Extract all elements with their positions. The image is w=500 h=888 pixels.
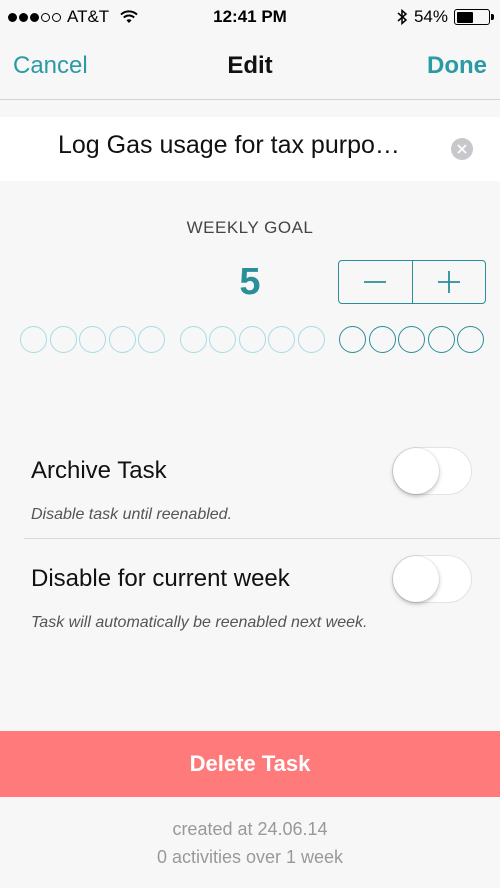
clear-text-button[interactable]	[451, 138, 473, 160]
goal-dot	[209, 326, 236, 353]
battery-percent: 54%	[413, 7, 448, 26]
activities-summary-label: 0 activities over 1 week	[156, 847, 344, 867]
goal-dot	[368, 326, 396, 353]
disable-week-toggle[interactable]	[392, 555, 472, 603]
archive-task-description: Disable task until reenabled.	[31, 506, 233, 523]
goal-dot	[20, 326, 47, 353]
done-button[interactable]: Done	[427, 52, 487, 80]
created-date-label: created at 24.06.14	[172, 819, 328, 839]
task-name-input[interactable]: Log Gas usage for tax purpo…	[58, 131, 443, 160]
goal-dot	[268, 326, 295, 353]
goal-dot	[138, 326, 165, 353]
decrement-button[interactable]	[339, 261, 412, 303]
goal-dot	[398, 326, 425, 353]
weekly-goal-label: WEEKLY GOAL	[186, 218, 314, 237]
close-icon	[457, 144, 467, 154]
disable-week-label: Disable for current week	[31, 565, 290, 592]
goal-dots	[20, 326, 486, 356]
plus-icon	[437, 271, 460, 293]
goal-dot	[457, 326, 484, 353]
increment-button[interactable]	[411, 261, 486, 303]
archive-task-label: Archive Task	[31, 457, 167, 484]
goal-dot	[108, 326, 136, 353]
goal-dot	[179, 326, 207, 353]
status-right: 54%	[396, 7, 494, 27]
goal-stepper	[338, 260, 486, 304]
toggle-knob	[393, 448, 439, 494]
archive-task-toggle[interactable]	[392, 447, 472, 495]
disable-week-description: Task will automatically be reenabled nex…	[31, 614, 368, 631]
goal-dot	[238, 326, 266, 353]
page-title: Edit	[227, 52, 273, 79]
navigation-bar: Cancel Edit Done	[0, 34, 500, 100]
goal-dot	[49, 326, 77, 353]
goal-dot	[339, 326, 366, 353]
goal-dot	[297, 326, 325, 353]
status-bar: AT&T 12:41 PM 54%	[0, 0, 500, 34]
battery-icon	[454, 9, 494, 25]
delete-task-button[interactable]: Delete Task	[0, 731, 500, 797]
bluetooth-icon	[397, 8, 408, 26]
goal-dot	[427, 326, 455, 353]
toggle-knob	[393, 556, 439, 602]
divider	[24, 538, 500, 539]
task-name-field[interactable]: Log Gas usage for tax purpo…	[0, 117, 500, 181]
weekly-goal-value: 5	[239, 261, 261, 303]
goal-dot	[79, 326, 106, 353]
minus-icon	[364, 281, 387, 283]
